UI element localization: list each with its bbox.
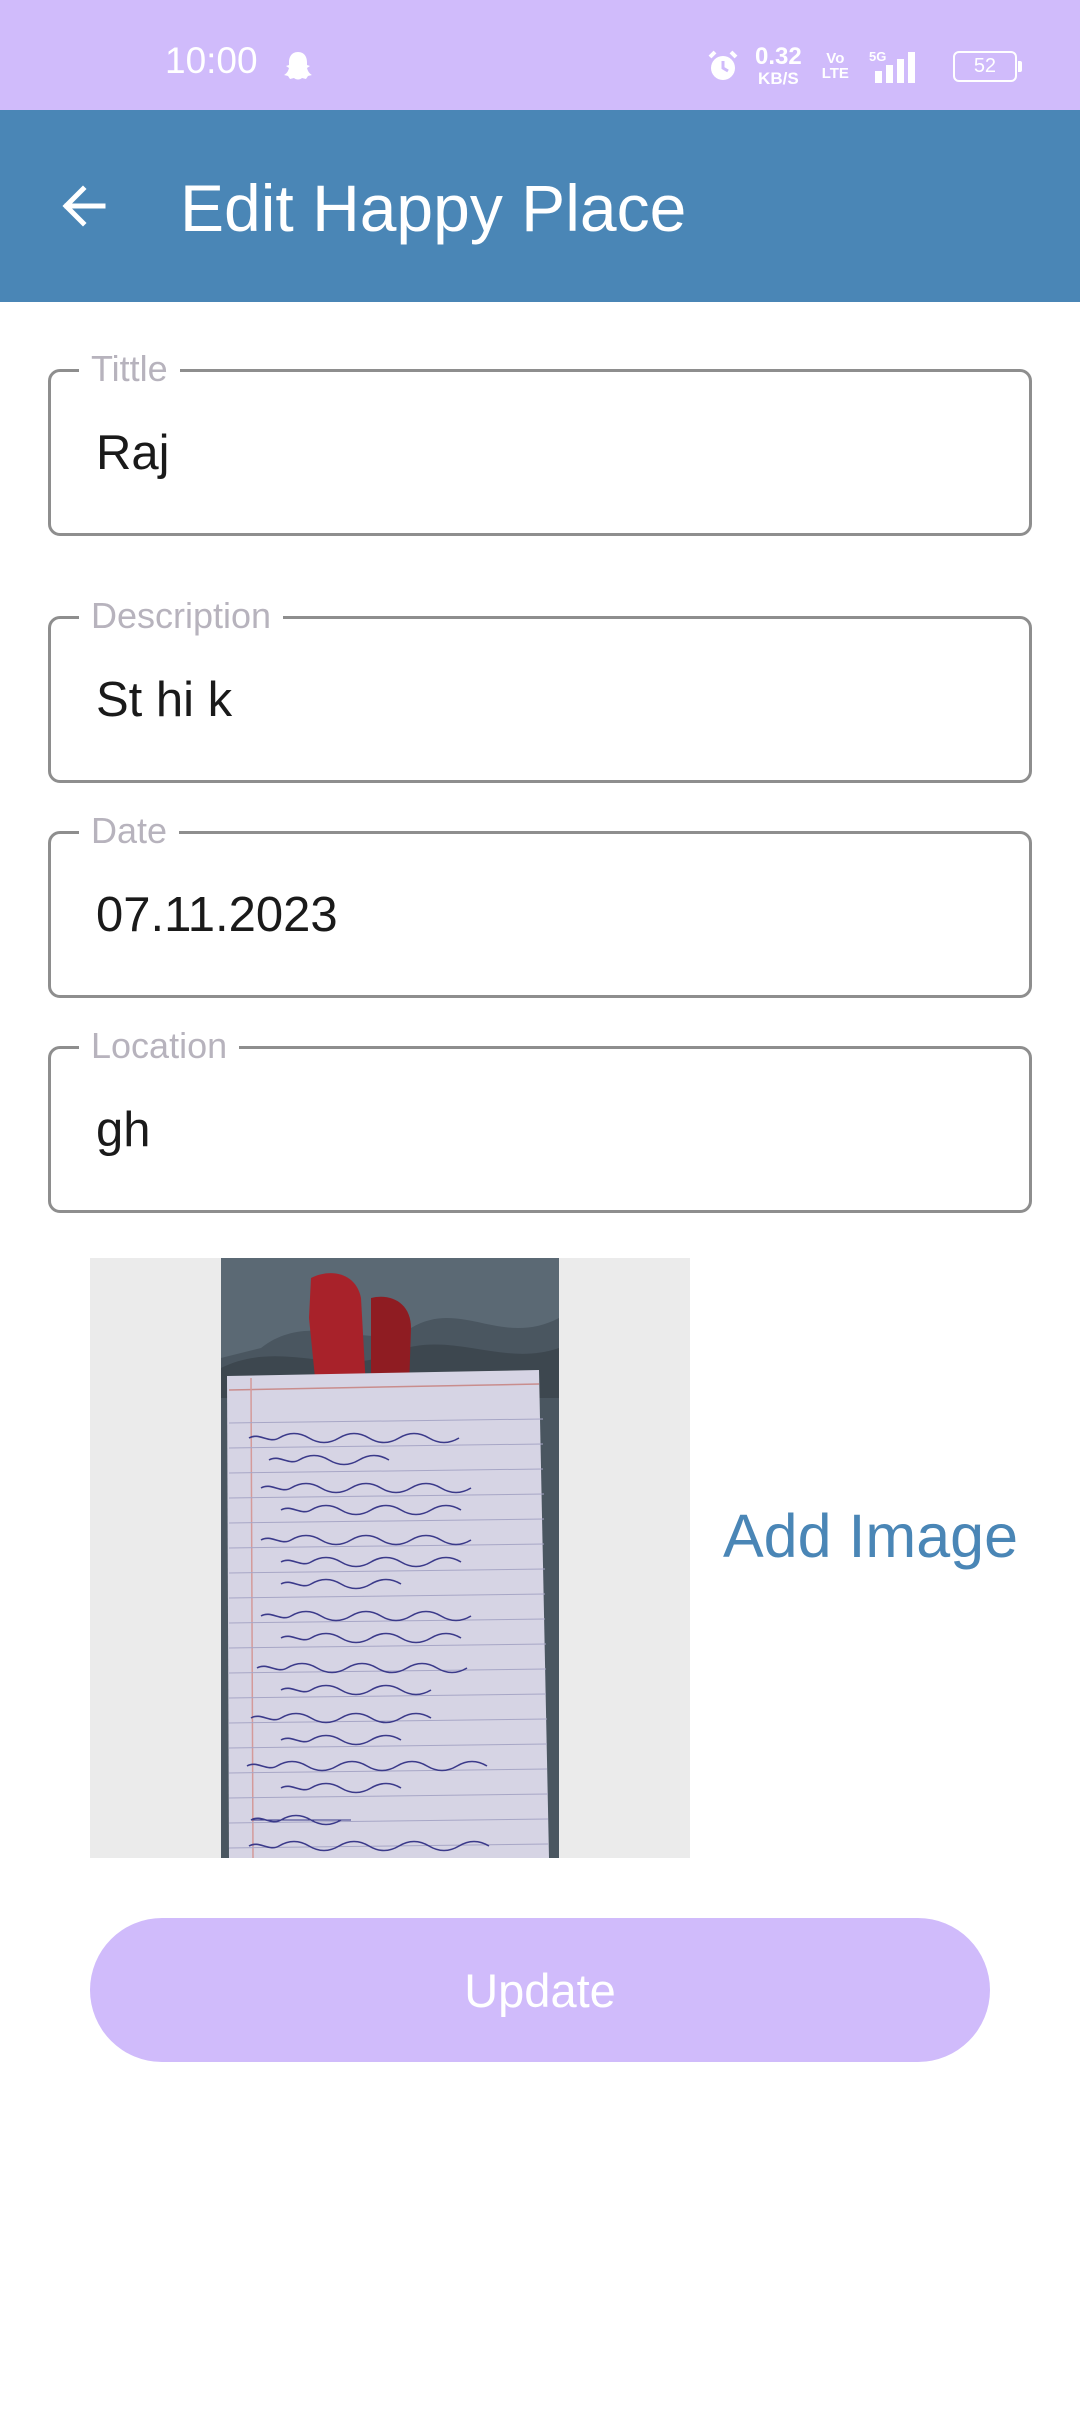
update-button[interactable]: Update	[90, 1918, 990, 2062]
location-field[interactable]: Location gh	[48, 1023, 1032, 1213]
date-field[interactable]: Date 07.11.2023	[48, 808, 1032, 998]
description-field[interactable]: Description St hi k	[48, 593, 1032, 783]
volte-indicator: Vo LTE	[822, 51, 849, 81]
volte-top: Vo	[826, 50, 845, 67]
title-field[interactable]: Tittle Raj	[48, 346, 1032, 536]
page-title: Edit Happy Place	[180, 171, 687, 245]
snapchat-ghost-icon	[284, 52, 312, 80]
alarm-icon	[708, 50, 738, 80]
status-icons: 0.32 KB/S Vo LTE 5G 52	[705, 43, 1022, 88]
network-type-label: 5G	[869, 49, 886, 64]
network-speed-value: 0.32	[755, 43, 802, 70]
add-image-button[interactable]: Add Image	[723, 1500, 1018, 1573]
signal-icon: 5G	[869, 49, 915, 83]
back-button[interactable]	[44, 166, 124, 246]
notebook-photo	[221, 1258, 559, 1858]
battery-level: 52	[973, 54, 997, 77]
arrow-back-icon	[62, 185, 106, 227]
status-time: 10:00	[165, 40, 258, 81]
description-field-value[interactable]: St hi k	[96, 619, 232, 780]
network-speed-unit: KB/S	[758, 69, 799, 88]
volte-bottom: LTE	[821, 65, 849, 82]
status-bar: 10:00 0.32 KB/S Vo LTE 5G 52	[0, 0, 1080, 110]
location-field-value[interactable]: gh	[96, 1049, 151, 1210]
network-speed: 0.32 KB/S	[755, 43, 802, 88]
battery-icon: 52	[952, 50, 1022, 82]
app-bar: Edit Happy Place	[0, 110, 1080, 302]
title-field-value[interactable]: Raj	[96, 372, 170, 533]
image-preview	[90, 1258, 690, 1858]
date-field-value[interactable]: 07.11.2023	[96, 834, 338, 995]
